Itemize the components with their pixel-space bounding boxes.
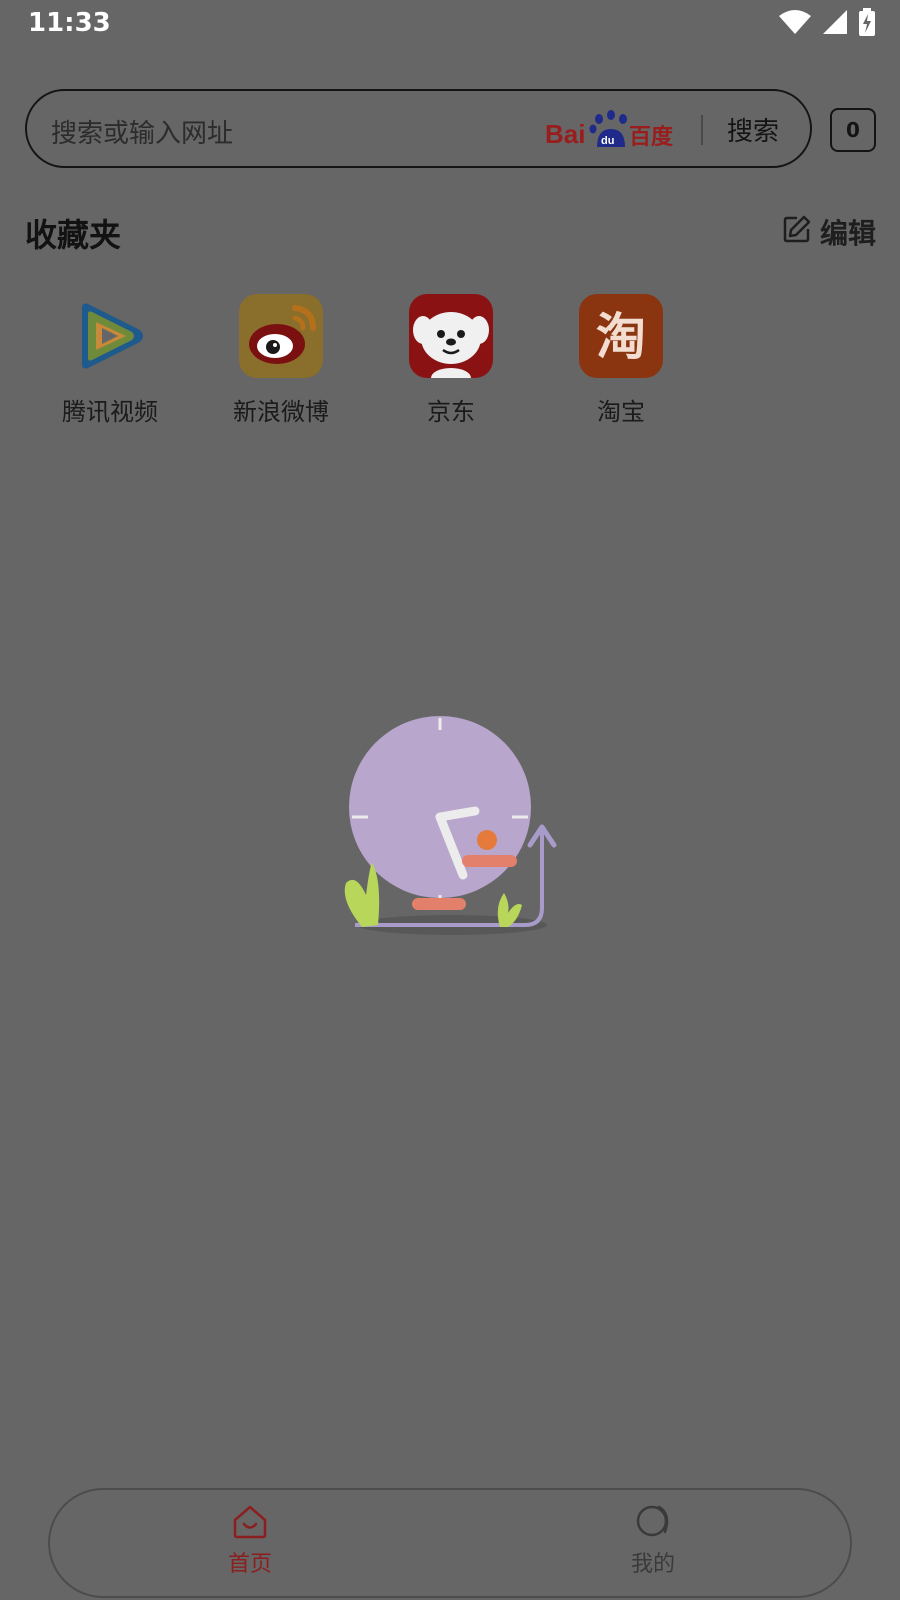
favorite-tencent-video[interactable]: 腾讯视频 <box>25 294 195 427</box>
weibo-icon <box>239 294 323 378</box>
tencent-video-icon <box>68 294 152 378</box>
svg-text:du: du <box>601 135 614 147</box>
home-icon <box>232 1505 268 1544</box>
edit-icon <box>782 214 812 251</box>
status-bar: 11:33 <box>0 0 900 50</box>
clock-illustration <box>340 715 575 945</box>
status-time: 11:33 <box>28 8 111 38</box>
bottom-nav: 首页 我的 <box>48 1488 852 1598</box>
profile-icon <box>635 1505 671 1544</box>
search-input[interactable]: 搜索或输入网址 <box>51 113 233 150</box>
status-icons <box>778 8 876 40</box>
favorite-jd[interactable]: 京东 <box>366 294 536 427</box>
svg-text:百度: 百度 <box>629 124 674 150</box>
favorite-label: 新浪微博 <box>233 398 329 426</box>
edit-button[interactable]: 编辑 <box>782 212 876 252</box>
favorite-taobao[interactable]: 淘 淘宝 <box>536 294 706 427</box>
tab-count-button[interactable]: 0 <box>830 108 876 152</box>
nav-home-label: 首页 <box>227 1552 272 1577</box>
signal-icon <box>822 9 848 39</box>
baidu-logo[interactable]: Bai du 百度 <box>545 107 675 151</box>
favorite-label: 京东 <box>427 398 475 426</box>
favorite-label: 腾讯视频 <box>62 398 158 426</box>
wifi-icon <box>778 9 812 39</box>
jd-icon <box>409 294 493 378</box>
favorites-title: 收藏夹 <box>25 216 122 254</box>
edit-label: 编辑 <box>819 217 876 250</box>
search-bar[interactable]: 搜索或输入网址 Bai du 百度 搜索 <box>25 89 812 168</box>
search-button[interactable]: 搜索 <box>727 111 779 148</box>
nav-home[interactable]: 首页 <box>190 1504 310 1578</box>
favorite-label: 淘宝 <box>597 398 645 426</box>
search-divider <box>701 115 703 145</box>
favorite-weibo[interactable]: 新浪微博 <box>196 294 366 427</box>
taobao-icon: 淘 <box>579 294 663 378</box>
svg-text:淘: 淘 <box>596 308 646 366</box>
svg-text:Bai: Bai <box>545 119 585 149</box>
nav-profile[interactable]: 我的 <box>593 1504 713 1578</box>
nav-profile-label: 我的 <box>630 1552 675 1577</box>
battery-charging-icon <box>858 8 876 40</box>
